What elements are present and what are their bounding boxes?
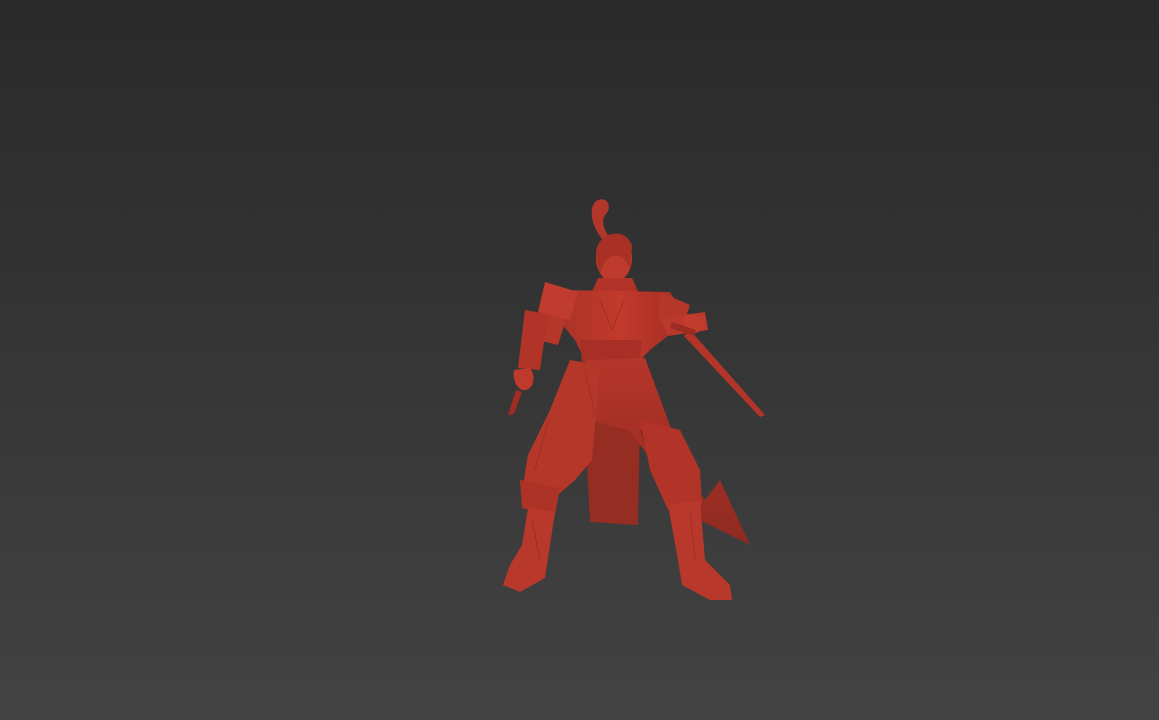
warrior-model[interactable] — [0, 0, 1159, 720]
3d-viewport[interactable] — [0, 0, 1159, 720]
left-forearm — [518, 310, 548, 370]
sword-blade — [684, 330, 765, 417]
left-hand-dagger — [508, 390, 522, 415]
left-hand — [513, 368, 534, 391]
left-boot — [503, 508, 555, 592]
right-thigh — [640, 420, 702, 510]
ponytail — [591, 199, 612, 240]
